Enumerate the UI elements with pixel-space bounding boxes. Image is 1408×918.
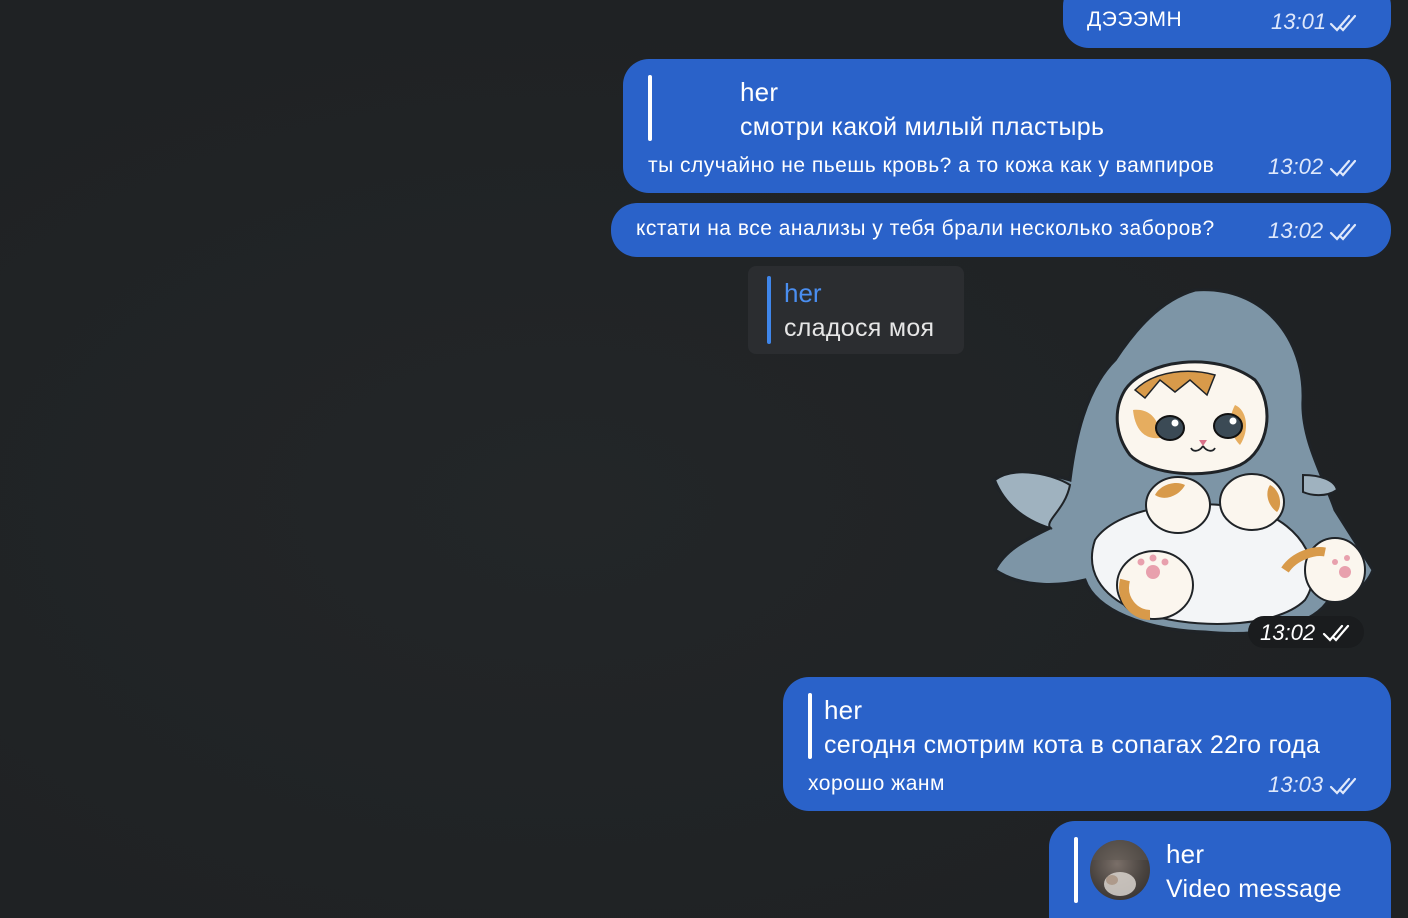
message-text: ДЭЭЭМН	[1087, 8, 1183, 31]
message-time: 13:03	[1268, 772, 1324, 797]
reply-sender-name: her	[1166, 839, 1205, 869]
reply-sender-name: her	[824, 695, 863, 725]
message-text: хорошо жанм	[808, 772, 945, 795]
message-time: 13:02	[1260, 620, 1316, 645]
message-text: ты случайно не пьешь кровь? а то кожа ка…	[648, 154, 1215, 177]
message-bubble[interactable]: ДЭЭЭМН 13:01	[1063, 0, 1391, 48]
double-check-icon	[1329, 12, 1361, 34]
message-bubble[interactable]: her сегодня смотрим кота в сопагах 22го …	[783, 677, 1391, 811]
reply-sender-name: her	[740, 77, 779, 107]
sticker-time-badge: 13:02	[1248, 616, 1364, 648]
reply-quote[interactable]: her сладося моя	[748, 266, 964, 354]
double-check-icon	[1322, 622, 1354, 644]
reply-quote-bar	[767, 276, 771, 344]
message-time: 13:01	[1271, 9, 1327, 34]
reply-quote-bar	[808, 693, 812, 759]
message-text: кстати на все анализы у тебя брали неско…	[636, 217, 1215, 240]
double-check-icon	[1329, 157, 1361, 179]
reply-sender-name: her	[784, 278, 822, 308]
reply-quote-bar	[1074, 837, 1078, 903]
video-message-avatar	[1090, 840, 1150, 900]
reply-quote-bar	[648, 75, 652, 141]
sticker-cat-shark[interactable]	[985, 280, 1380, 640]
reply-quote-text[interactable]: смотри какой милый пластырь	[740, 113, 1104, 142]
reply-quote-text: сладося моя	[784, 314, 935, 342]
message-time: 13:02	[1268, 154, 1324, 179]
message-bubble[interactable]: her смотри какой милый пластырь ты случа…	[623, 59, 1391, 193]
message-bubble[interactable]: кстати на все анализы у тебя брали неско…	[611, 203, 1391, 257]
chat-area: ДЭЭЭМН 13:01 her смотри какой милый плас…	[0, 0, 1408, 918]
double-check-icon	[1329, 221, 1361, 243]
reply-quote-text[interactable]: сегодня смотрим кота в сопагах 22го года	[824, 731, 1320, 760]
double-check-icon	[1329, 775, 1361, 797]
reply-quote-text[interactable]: Video message	[1166, 875, 1342, 904]
message-bubble[interactable]: her Video message	[1049, 821, 1391, 918]
message-time: 13:02	[1268, 218, 1324, 243]
